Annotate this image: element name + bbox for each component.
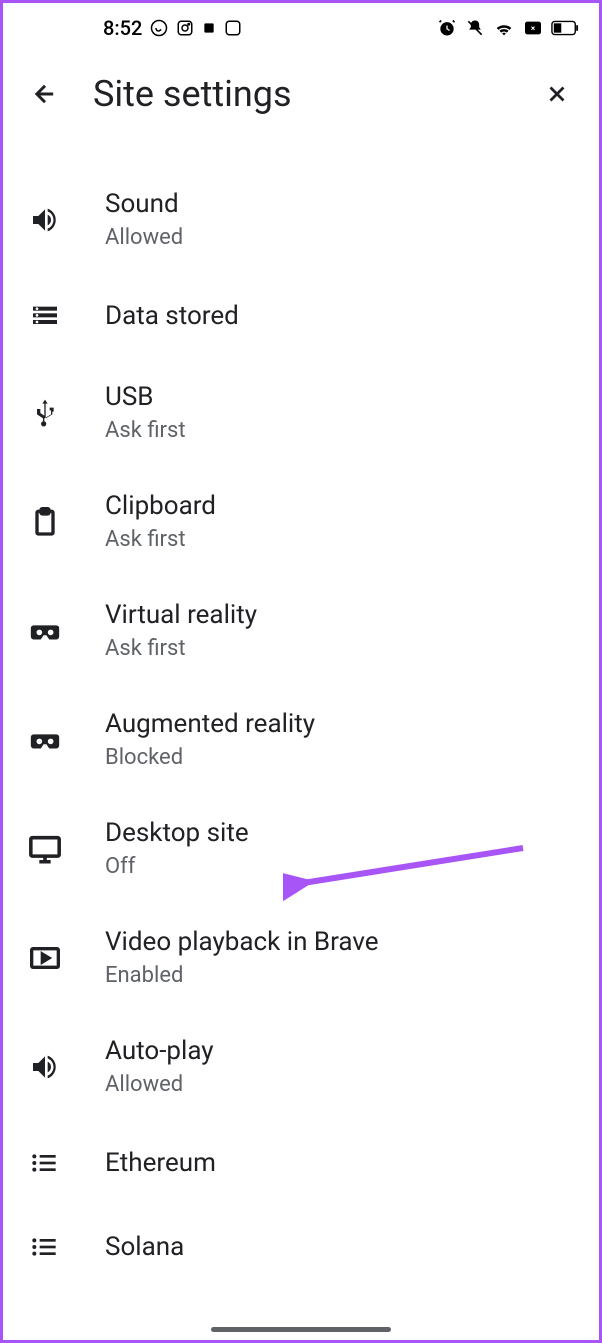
setting-title: Sound [105,189,575,219]
whatsapp-icon [150,19,168,37]
setting-item-desktop-site[interactable]: Desktop site Off [3,794,599,903]
setting-item-sound[interactable]: Sound Allowed [3,165,599,274]
setting-title: Solana [105,1232,575,1262]
setting-item-solana[interactable]: Solana [3,1205,599,1289]
status-right: × [437,17,579,39]
setting-subtitle: Enabled [105,963,575,988]
close-button[interactable] [539,76,575,112]
setting-subtitle: Off [105,854,575,879]
setting-subtitle: Allowed [105,225,575,250]
back-button[interactable] [27,76,63,112]
setting-subtitle: Allowed [105,1072,575,1097]
setting-title: Desktop site [105,818,575,848]
ar-icon [27,722,63,758]
setting-item-auto-play[interactable]: Auto-play Allowed [3,1012,599,1121]
page-title: Site settings [93,73,292,115]
close-icon [544,81,570,107]
usb-icon [27,395,63,431]
vr-icon [27,613,63,649]
home-indicator[interactable] [211,1327,391,1332]
data-icon: × [523,20,543,36]
setting-item-data-stored[interactable]: Data stored [3,274,599,358]
setting-item-virtual-reality[interactable]: Virtual reality Ask first [3,576,599,685]
instagram-icon [176,19,194,37]
video-icon [27,940,63,976]
svg-text:×: × [531,24,535,33]
setting-item-usb[interactable]: USB Ask first [3,358,599,467]
setting-subtitle: Ask first [105,527,575,552]
settings-list: Sound Allowed Data stored USB Ask first … [3,135,599,1289]
desktop-icon [27,831,63,867]
setting-title: Video playback in Brave [105,927,575,957]
setting-item-clipboard[interactable]: Clipboard Ask first [3,467,599,576]
list-icon [27,1145,63,1181]
app-icon [202,21,216,35]
alarm-icon [437,18,457,38]
status-left: 8:52 [103,16,242,40]
setting-subtitle: Ask first [105,418,575,443]
setting-title: Clipboard [105,491,575,521]
list-icon [27,1229,63,1265]
header: Site settings [3,53,599,135]
setting-title: USB [105,382,575,412]
setting-title: Data stored [105,301,575,331]
data-stored-icon [27,298,63,334]
setting-subtitle: Blocked [105,745,575,770]
battery-icon [551,20,579,36]
setting-title: Virtual reality [105,600,575,630]
setting-title: Augmented reality [105,709,575,739]
mute-icon [465,18,485,38]
autoplay-icon [27,1049,63,1085]
setting-item-ethereum[interactable]: Ethereum [3,1121,599,1205]
wifi-icon [493,17,515,39]
setting-item-video-playback[interactable]: Video playback in Brave Enabled [3,903,599,1012]
setting-title: Auto-play [105,1036,575,1066]
clipboard-icon [27,504,63,540]
setting-subtitle: Ask first [105,636,575,661]
status-time: 8:52 [103,16,142,40]
setting-item-augmented-reality[interactable]: Augmented reality Blocked [3,685,599,794]
sound-icon [27,202,63,238]
app2-icon [224,19,242,37]
setting-title: Ethereum [105,1148,575,1178]
status-bar: 8:52 × [3,3,599,53]
arrow-back-icon [31,80,59,108]
